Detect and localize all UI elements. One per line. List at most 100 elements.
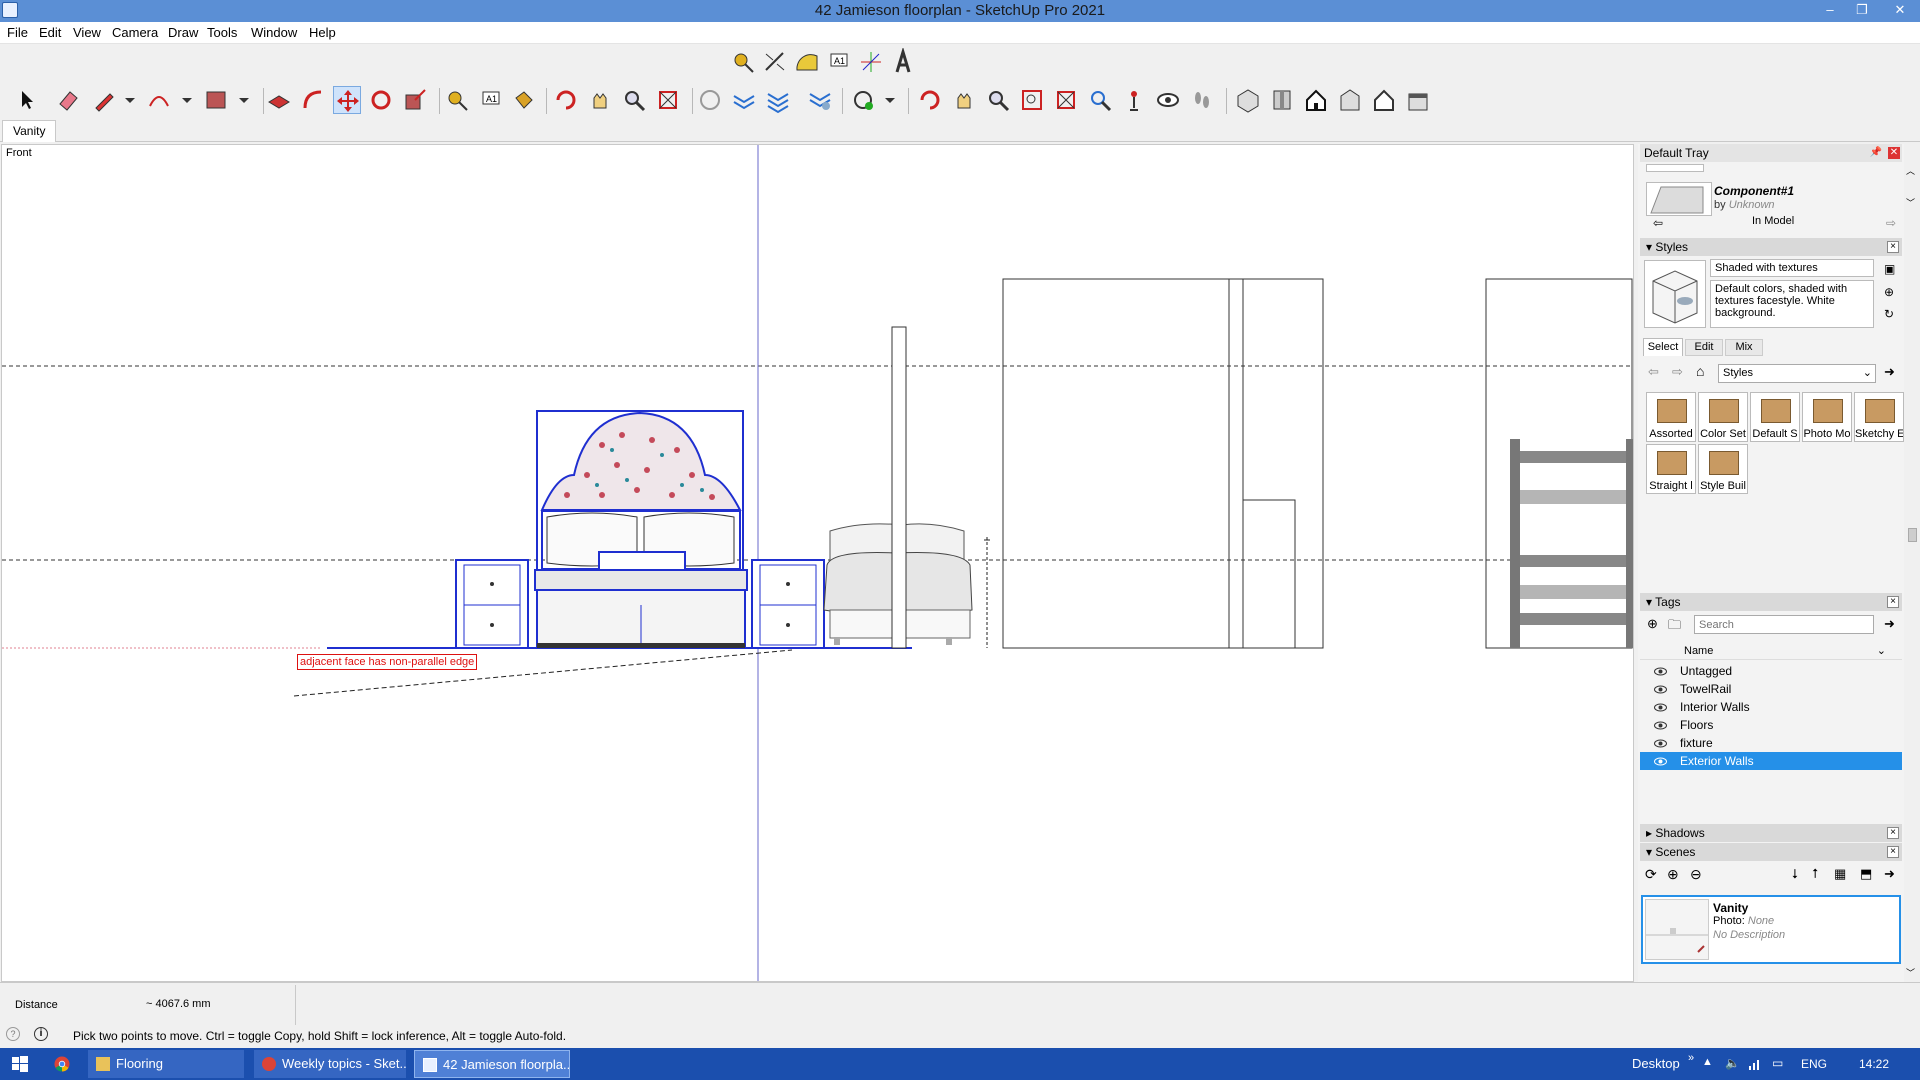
tags-close-icon[interactable]: ×	[1887, 596, 1899, 608]
eye-icon[interactable]	[1654, 665, 1667, 678]
close-button[interactable]: ✕	[1886, 0, 1914, 22]
styles-tab-select[interactable]: Select	[1643, 338, 1683, 356]
eye-icon[interactable]	[1654, 701, 1667, 714]
geo-dropdown-icon[interactable]	[876, 86, 904, 114]
geo-status-icon[interactable]: ?	[6, 1027, 20, 1041]
taskbar-clock[interactable]: 14:22	[1859, 1057, 1889, 1071]
eye-icon[interactable]	[1654, 755, 1667, 768]
tags-search-input[interactable]	[1694, 615, 1874, 634]
zoom-extents-icon[interactable]	[1052, 86, 1080, 114]
eye-icon[interactable]	[1654, 683, 1667, 696]
taskbar-item-sketchup[interactable]: 42 Jamieson floorpla...	[414, 1050, 570, 1078]
add-tag-icon[interactable]: ⊕	[1647, 616, 1658, 632]
menu-tools[interactable]: Tools	[207, 25, 237, 40]
menu-draw[interactable]: Draw	[168, 25, 198, 40]
menu-view[interactable]: View	[73, 25, 101, 40]
menu-edit[interactable]: Edit	[39, 25, 61, 40]
push-pull-icon[interactable]	[265, 86, 293, 114]
tag-row-floors[interactable]: Floors	[1640, 716, 1902, 734]
windows-start-icon[interactable]	[12, 1056, 28, 1072]
dimension-icon[interactable]	[761, 48, 789, 76]
menu-window[interactable]: Window	[251, 25, 297, 40]
update-scene-icon[interactable]: ⟳	[1645, 866, 1657, 883]
previous-view-icon[interactable]	[1086, 86, 1114, 114]
eraser-icon[interactable]	[54, 86, 82, 114]
shadows-panel-header[interactable]: ▸ Shadows ×	[1640, 824, 1902, 842]
styles-home-icon[interactable]: ⌂	[1696, 363, 1704, 379]
text-label-icon[interactable]: A1	[477, 86, 505, 114]
orbit-icon[interactable]	[552, 86, 580, 114]
paint-bucket-icon[interactable]	[510, 86, 538, 114]
scenes-details-icon[interactable]: ➜	[1884, 866, 1895, 882]
styles-tab-mix[interactable]: Mix	[1725, 339, 1763, 356]
menu-camera[interactable]: Camera	[112, 25, 158, 40]
tag-row-towelrail[interactable]: TowelRail	[1640, 680, 1902, 698]
scene-thumbnails-icon[interactable]: ⬒	[1860, 866, 1872, 882]
scroll-bottom-icon[interactable]: ﹀	[1906, 966, 1915, 979]
styles-forward-icon[interactable]: ⇨	[1672, 364, 1683, 380]
styles-close-icon[interactable]: ×	[1887, 241, 1899, 253]
network-icon[interactable]	[1748, 1056, 1762, 1070]
move-scene-down-icon[interactable]: ⭣	[1792, 866, 1798, 882]
styles-details-icon[interactable]: ➜	[1884, 364, 1895, 380]
select-arrow-icon[interactable]	[12, 86, 40, 114]
geo-location-icon[interactable]	[850, 86, 878, 114]
arc-icon[interactable]	[145, 86, 173, 114]
pan-hand-icon[interactable]	[950, 86, 978, 114]
scroll-up-icon[interactable]: ︿	[1906, 164, 1915, 177]
style-thumb-default[interactable]: Default S	[1750, 392, 1800, 442]
tape-measure-icon[interactable]	[729, 48, 757, 76]
section-plane-icon[interactable]	[696, 86, 724, 114]
orbit-icon[interactable]	[916, 86, 944, 114]
taskbar-item-weekly-topics[interactable]: Weekly topics - Sket...	[254, 1050, 406, 1078]
wall-post[interactable]	[891, 326, 907, 649]
input-language[interactable]: ENG	[1801, 1057, 1827, 1071]
action-center-icon[interactable]: ▭	[1772, 1056, 1783, 1070]
remove-scene-icon[interactable]: ⊖	[1690, 866, 1702, 883]
forward-arrow-icon[interactable]: ⇨	[1886, 216, 1896, 230]
restore-button[interactable]: ❐	[1848, 0, 1876, 22]
measurements-box[interactable]: Distance ~ 4067.6 mm	[2, 985, 296, 1025]
arc-dropdown-icon[interactable]	[173, 86, 201, 114]
info-icon[interactable]: i	[34, 1027, 48, 1041]
pencil-dropdown-icon[interactable]	[116, 86, 144, 114]
second-bed[interactable]	[823, 523, 990, 648]
tag-row-fixture[interactable]: fixture	[1640, 734, 1902, 752]
toolbar-expand-icon[interactable]: »	[1688, 1052, 1694, 1064]
scale-icon[interactable]	[401, 86, 429, 114]
scene-tab-vanity[interactable]: Vanity	[2, 120, 57, 142]
axes-icon[interactable]	[857, 48, 885, 76]
back-arrow-icon[interactable]: ⇦	[1653, 216, 1663, 230]
tray-scrollbar[interactable]: ︿ ﹀ ﹀	[1904, 144, 1920, 982]
scene-item-vanity[interactable]: Vanity Photo: None No Description	[1641, 895, 1901, 964]
rotate-icon[interactable]	[367, 86, 395, 114]
section-planes-display-icon[interactable]	[730, 86, 758, 114]
right-view-icon[interactable]	[1336, 86, 1364, 114]
shadows-close-icon[interactable]: ×	[1887, 827, 1899, 839]
model-drawing[interactable]	[2, 145, 1634, 982]
styles-library-dropdown[interactable]: Styles ⌄	[1718, 364, 1876, 383]
minimize-button[interactable]: –	[1816, 0, 1844, 22]
pin-icon[interactable]: 📌	[1870, 144, 1882, 162]
style-thumb-sketchy[interactable]: Sketchy E	[1854, 392, 1904, 442]
style-description-field[interactable]: Default colors, shaded with textures fac…	[1710, 280, 1874, 328]
taskbar-item-flooring[interactable]: Flooring	[88, 1050, 244, 1078]
protractor-icon[interactable]	[793, 48, 821, 76]
position-camera-icon[interactable]	[1120, 86, 1148, 114]
front-view-icon[interactable]	[1302, 86, 1330, 114]
desktop-toolbar-label[interactable]: Desktop	[1632, 1056, 1680, 1071]
style-thumb-assorted[interactable]: Assorted	[1646, 392, 1696, 442]
3d-text-icon[interactable]	[889, 46, 917, 76]
tray-close-icon[interactable]: ✕	[1888, 147, 1900, 159]
add-scene-icon[interactable]: ⊕	[1667, 866, 1679, 883]
add-tag-folder-icon[interactable]: 🗀	[1668, 616, 1681, 638]
scroll-down-icon[interactable]: ﹀	[1906, 196, 1915, 209]
move-scene-up-icon[interactable]: ⭡	[1812, 866, 1818, 882]
zoom-icon[interactable]	[620, 86, 648, 114]
eye-icon[interactable]	[1654, 737, 1667, 750]
left-nightstand[interactable]	[455, 559, 529, 649]
model-viewport[interactable]: Front adjacent face has non-parallel edg…	[1, 144, 1634, 982]
tray-overflow-icon[interactable]: ▲	[1702, 1056, 1713, 1068]
style-thumb-photo[interactable]: Photo Mo	[1802, 392, 1852, 442]
tags-details-icon[interactable]: ➜	[1884, 616, 1895, 632]
